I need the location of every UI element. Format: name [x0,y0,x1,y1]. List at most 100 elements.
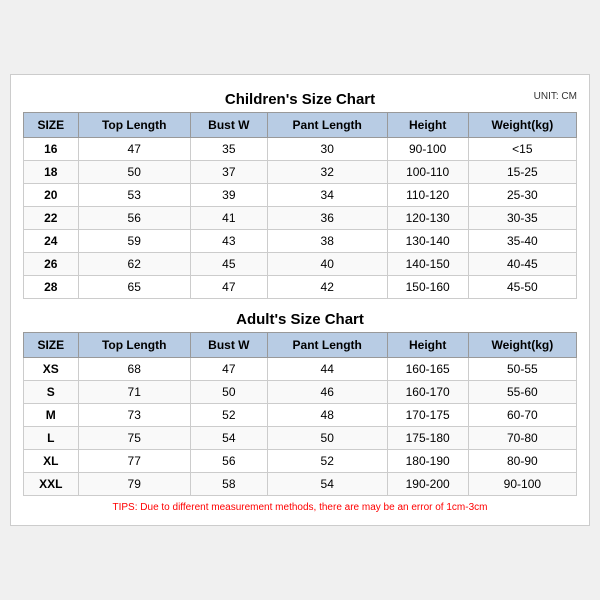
data-cell: 42 [267,276,387,299]
table-row: L755450175-18070-80 [24,427,577,450]
data-cell: 160-170 [387,381,468,404]
data-cell: 60-70 [468,404,576,427]
adult-header-height: Height [387,333,468,358]
data-cell: 79 [78,473,190,496]
data-cell: 73 [78,404,190,427]
table-row: 22564136120-13030-35 [24,207,577,230]
children-header-row: SIZE Top Length Bust W Pant Length Heigh… [24,113,577,138]
data-cell: 54 [190,427,267,450]
table-row: XL775652180-19080-90 [24,450,577,473]
data-cell: 43 [190,230,267,253]
data-cell: 150-160 [387,276,468,299]
data-cell: 160-165 [387,358,468,381]
data-cell: 52 [267,450,387,473]
data-cell: 46 [267,381,387,404]
data-cell: 30-35 [468,207,576,230]
data-cell: 140-150 [387,253,468,276]
children-header-size: SIZE [24,113,79,138]
chart-container: Children's Size Chart UNIT: CM SIZE Top … [10,74,590,526]
children-header-top-length: Top Length [78,113,190,138]
table-row: 1647353090-100<15 [24,138,577,161]
data-cell: 50 [78,161,190,184]
data-cell: 50-55 [468,358,576,381]
data-cell: 130-140 [387,230,468,253]
data-cell: 15-25 [468,161,576,184]
data-cell: 100-110 [387,161,468,184]
data-cell: 32 [267,161,387,184]
table-row: M735248170-17560-70 [24,404,577,427]
data-cell: 30 [267,138,387,161]
children-table: SIZE Top Length Bust W Pant Length Heigh… [23,112,577,299]
data-cell: 59 [78,230,190,253]
children-header-height: Height [387,113,468,138]
data-cell: 58 [190,473,267,496]
data-cell: 77 [78,450,190,473]
data-cell: 170-175 [387,404,468,427]
table-row: S715046160-17055-60 [24,381,577,404]
size-cell: M [24,404,79,427]
data-cell: 45-50 [468,276,576,299]
data-cell: 47 [190,276,267,299]
data-cell: 56 [78,207,190,230]
adult-header-pant-length: Pant Length [267,333,387,358]
data-cell: 55-60 [468,381,576,404]
table-row: 24594338130-14035-40 [24,230,577,253]
size-cell: 20 [24,184,79,207]
data-cell: 50 [267,427,387,450]
table-row: XS684744160-16550-55 [24,358,577,381]
data-cell: 75 [78,427,190,450]
size-cell: 22 [24,207,79,230]
data-cell: 39 [190,184,267,207]
adult-header-weight: Weight(kg) [468,333,576,358]
data-cell: 175-180 [387,427,468,450]
data-cell: 44 [267,358,387,381]
adult-table: SIZE Top Length Bust W Pant Length Heigh… [23,332,577,496]
data-cell: 70-80 [468,427,576,450]
data-cell: 25-30 [468,184,576,207]
table-row: 18503732100-11015-25 [24,161,577,184]
size-cell: XL [24,450,79,473]
data-cell: 120-130 [387,207,468,230]
size-cell: XXL [24,473,79,496]
data-cell: 110-120 [387,184,468,207]
data-cell: 34 [267,184,387,207]
data-cell: 65 [78,276,190,299]
data-cell: 54 [267,473,387,496]
children-header-weight: Weight(kg) [468,113,576,138]
data-cell: 180-190 [387,450,468,473]
data-cell: 90-100 [387,138,468,161]
unit-label: UNIT: CM [534,91,577,102]
data-cell: 48 [267,404,387,427]
data-cell: 40-45 [468,253,576,276]
adult-header-bust-w: Bust W [190,333,267,358]
children-header-pant-length: Pant Length [267,113,387,138]
data-cell: 52 [190,404,267,427]
size-cell: 18 [24,161,79,184]
data-cell: 35 [190,138,267,161]
adult-header-size: SIZE [24,333,79,358]
data-cell: 47 [78,138,190,161]
size-cell: S [24,381,79,404]
data-cell: 45 [190,253,267,276]
table-row: XXL795854190-20090-100 [24,473,577,496]
size-cell: L [24,427,79,450]
data-cell: 53 [78,184,190,207]
data-cell: 50 [190,381,267,404]
adult-header-top-length: Top Length [78,333,190,358]
adult-title: Adult's Size Chart [23,305,577,332]
adult-header-row: SIZE Top Length Bust W Pant Length Heigh… [24,333,577,358]
children-header-bust-w: Bust W [190,113,267,138]
table-row: 28654742150-16045-50 [24,276,577,299]
table-row: 26624540140-15040-45 [24,253,577,276]
data-cell: 41 [190,207,267,230]
data-cell: 190-200 [387,473,468,496]
size-cell: 28 [24,276,79,299]
data-cell: 35-40 [468,230,576,253]
size-cell: 16 [24,138,79,161]
table-row: 20533934110-12025-30 [24,184,577,207]
data-cell: 38 [267,230,387,253]
data-cell: 90-100 [468,473,576,496]
data-cell: 56 [190,450,267,473]
adult-title-text: Adult's Size Chart [236,311,364,328]
data-cell: 40 [267,253,387,276]
